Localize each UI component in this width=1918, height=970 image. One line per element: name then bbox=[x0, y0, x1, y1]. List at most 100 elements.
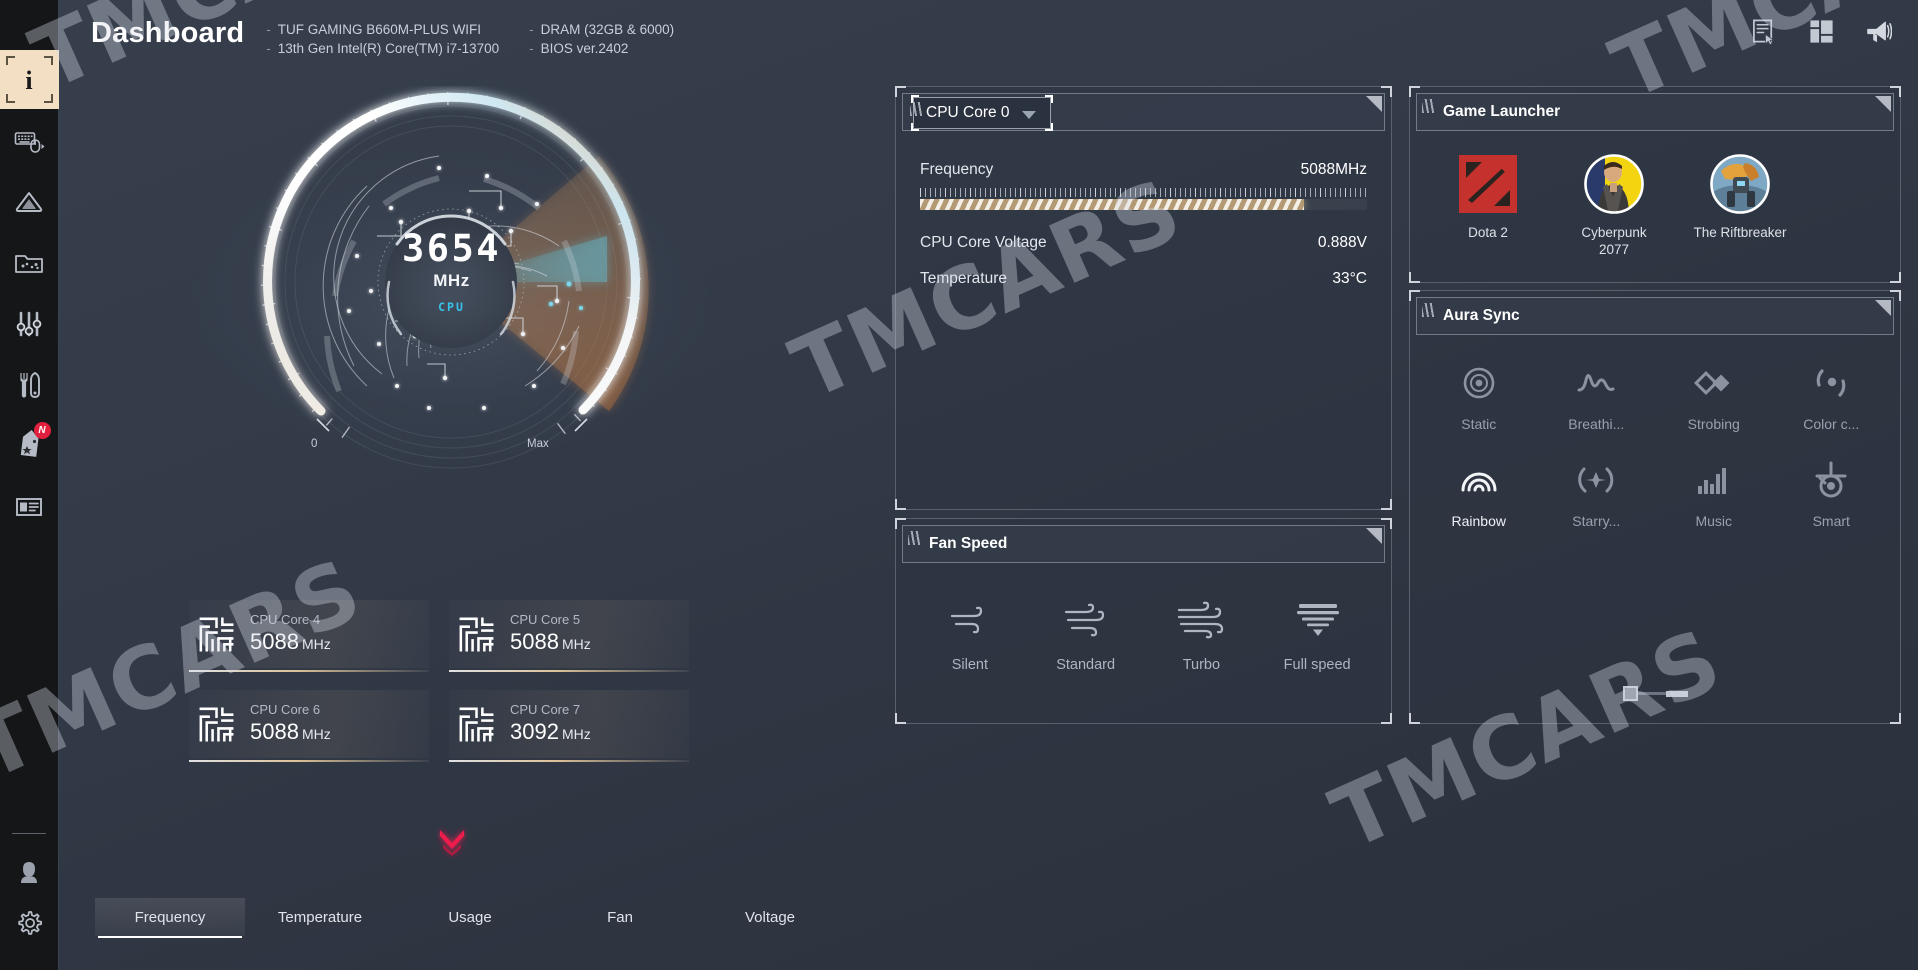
aura-effect-label: Smart bbox=[1812, 513, 1850, 529]
frequency-bar-track bbox=[920, 199, 1367, 210]
sidebar-divider bbox=[12, 833, 46, 834]
wind-medium-icon bbox=[1064, 603, 1104, 637]
rainbow-icon bbox=[1461, 472, 1497, 492]
core-card[interactable]: CPU Core 6 5088 MHz bbox=[189, 690, 429, 762]
gauge-min-label: 0 bbox=[311, 438, 318, 450]
core-frequency: 5088 bbox=[510, 628, 559, 654]
fan-mode-label: Standard bbox=[1056, 657, 1116, 673]
cyberpunk-icon bbox=[1584, 154, 1644, 214]
aura-effect-music[interactable]: Music bbox=[1655, 460, 1773, 529]
cpu-core-select[interactable]: CPU Core 0 bbox=[910, 95, 1053, 131]
aura-effect-smart[interactable]: Smart bbox=[1773, 460, 1891, 529]
sidebar-item-game-folder[interactable] bbox=[0, 233, 59, 292]
tab-voltage[interactable]: Voltage bbox=[695, 898, 845, 936]
sidebar-item-account[interactable] bbox=[0, 848, 59, 896]
core-card[interactable]: CPU Core 5 5088 MHz bbox=[449, 600, 689, 672]
core-name: CPU Core 5 bbox=[510, 611, 581, 627]
tab-temperature[interactable]: Temperature bbox=[245, 898, 395, 936]
smart-icon bbox=[1815, 461, 1847, 498]
cpu-core-panel: CPU Core 0 Frequency 5088MHz CPU Core Vo… bbox=[895, 86, 1392, 510]
megaphone-icon[interactable] bbox=[1865, 18, 1892, 45]
aura-effect-list: Static Breathi... Strobing Color c... Ra… bbox=[1410, 341, 1900, 529]
system-info-column-2: - DRAM (32GB & 6000) - BIOS ver.2402 bbox=[529, 20, 674, 58]
game-list: Dota 2 Cyberpunk 2077 The Riftbreaker bbox=[1410, 137, 1900, 258]
core-unit: MHz bbox=[301, 635, 331, 652]
aura-sync-title: Aura Sync bbox=[1443, 307, 1520, 324]
sidebar-item-information[interactable]: i bbox=[0, 50, 59, 109]
aura-effect-color-cycle[interactable]: Color c... bbox=[1773, 363, 1891, 432]
wind-light-icon bbox=[950, 606, 982, 634]
bios-version: BIOS ver.2402 bbox=[540, 41, 629, 56]
fan-mode-silent[interactable]: Silent bbox=[922, 599, 1018, 673]
core-value: 3092 MHz bbox=[510, 718, 591, 748]
sidebar-item-offers[interactable]: N bbox=[0, 416, 59, 475]
slider-track[interactable] bbox=[1637, 692, 1668, 695]
game-launcher-title: Game Launcher bbox=[1443, 103, 1561, 120]
report-icon[interactable] bbox=[1751, 18, 1778, 45]
fan-speed-panel: Fan Speed Silent Standard Turbo Full spe… bbox=[895, 518, 1392, 724]
news-card-icon bbox=[16, 497, 42, 516]
frequency-bar-fill bbox=[920, 199, 1305, 210]
resize-handle-icon[interactable] bbox=[1366, 528, 1382, 544]
fan-panel-header: Fan Speed bbox=[902, 525, 1385, 563]
cpu-chip-icon bbox=[199, 707, 234, 741]
sidebar-item-settings[interactable] bbox=[0, 898, 59, 946]
sidebar-badge-new: N bbox=[33, 422, 51, 439]
core-name: CPU Core 7 bbox=[510, 701, 581, 717]
fan-mode-turbo[interactable]: Turbo bbox=[1153, 599, 1249, 673]
resize-handle-icon[interactable] bbox=[1366, 96, 1382, 112]
gauge-graphic bbox=[261, 92, 649, 469]
aura-effect-strobing[interactable]: Strobing bbox=[1655, 363, 1773, 432]
sidebar-item-tools[interactable] bbox=[0, 355, 59, 414]
resize-handle-icon[interactable] bbox=[1875, 300, 1891, 316]
wind-strong-icon bbox=[1178, 601, 1224, 639]
cpu-core-select-value: CPU Core 0 bbox=[926, 104, 1010, 121]
core-frequency: 3092 bbox=[510, 718, 559, 744]
aura-effect-label: Color c... bbox=[1803, 416, 1860, 432]
metric-value: 0.888V bbox=[1317, 234, 1367, 251]
fan-mode-standard[interactable]: Standard bbox=[1038, 599, 1134, 673]
core-value: 5088 MHz bbox=[510, 628, 591, 658]
sidebar-item-input-devices[interactable] bbox=[0, 111, 59, 170]
sidebar-item-news[interactable] bbox=[0, 477, 59, 536]
game-item-dota2[interactable]: Dota 2 bbox=[1440, 153, 1536, 258]
slider-fill bbox=[1665, 690, 1688, 697]
core-text: CPU Core 5 5088 MHz bbox=[510, 611, 591, 658]
metric-frequency: Frequency 5088MHz bbox=[920, 161, 1367, 179]
game-item-riftbreaker[interactable]: The Riftbreaker bbox=[1692, 153, 1788, 258]
breathing-icon bbox=[1577, 374, 1615, 392]
gauge-max-label: Max bbox=[527, 438, 549, 450]
aura-effect-breathing[interactable]: Breathi... bbox=[1538, 363, 1656, 432]
header-bar: Dashboard - TUF GAMING B660M-PLUS WIFI -1… bbox=[59, 0, 1918, 68]
fan-mode-full-speed[interactable]: Full speed bbox=[1269, 599, 1365, 673]
aura-sync-header: Aura Sync bbox=[1416, 297, 1894, 335]
cpu-model: 13th Gen Intel(R) Core(TM) i7-13700 bbox=[277, 41, 500, 56]
expand-chevron-icon[interactable] bbox=[437, 826, 467, 858]
game-launcher-header: Game Launcher bbox=[1416, 93, 1894, 131]
drag-grip-icon bbox=[1422, 303, 1435, 317]
cpu-chip-icon bbox=[459, 707, 494, 741]
svg-text:i: i bbox=[25, 66, 32, 95]
aura-effect-starry-night[interactable]: Starry... bbox=[1538, 460, 1656, 529]
game-item-cyberpunk[interactable]: Cyberpunk 2077 bbox=[1566, 153, 1662, 258]
system-info-column-1: - TUF GAMING B660M-PLUS WIFI -13th Gen In… bbox=[266, 20, 499, 58]
layout-icon[interactable] bbox=[1808, 18, 1835, 45]
tab-frequency[interactable]: Frequency bbox=[95, 898, 245, 938]
dota2-icon bbox=[1459, 155, 1517, 213]
frequency-ruler bbox=[920, 188, 1367, 197]
tab-fan[interactable]: Fan bbox=[545, 898, 695, 936]
slider-handle[interactable] bbox=[1622, 686, 1638, 701]
core-name: CPU Core 4 bbox=[250, 611, 321, 627]
aura-brightness-slider[interactable] bbox=[1410, 686, 1900, 701]
fan-panel-title: Fan Speed bbox=[929, 535, 1008, 552]
sidebar-item-tuning[interactable] bbox=[0, 294, 59, 353]
metric-tabs: Frequency Temperature Usage Fan Voltage bbox=[95, 898, 845, 938]
aura-effect-rainbow[interactable]: Rainbow bbox=[1420, 460, 1538, 529]
aura-effect-static[interactable]: Static bbox=[1420, 363, 1538, 432]
sidebar-item-ai-suite[interactable] bbox=[0, 172, 59, 231]
tab-usage[interactable]: Usage bbox=[395, 898, 545, 936]
core-card[interactable]: CPU Core 7 3092 MHz bbox=[449, 690, 689, 762]
motherboard-model: TUF GAMING B660M-PLUS WIFI bbox=[277, 22, 482, 37]
core-card[interactable]: CPU Core 4 5088 MHz bbox=[189, 600, 429, 672]
resize-handle-icon[interactable] bbox=[1875, 96, 1891, 112]
